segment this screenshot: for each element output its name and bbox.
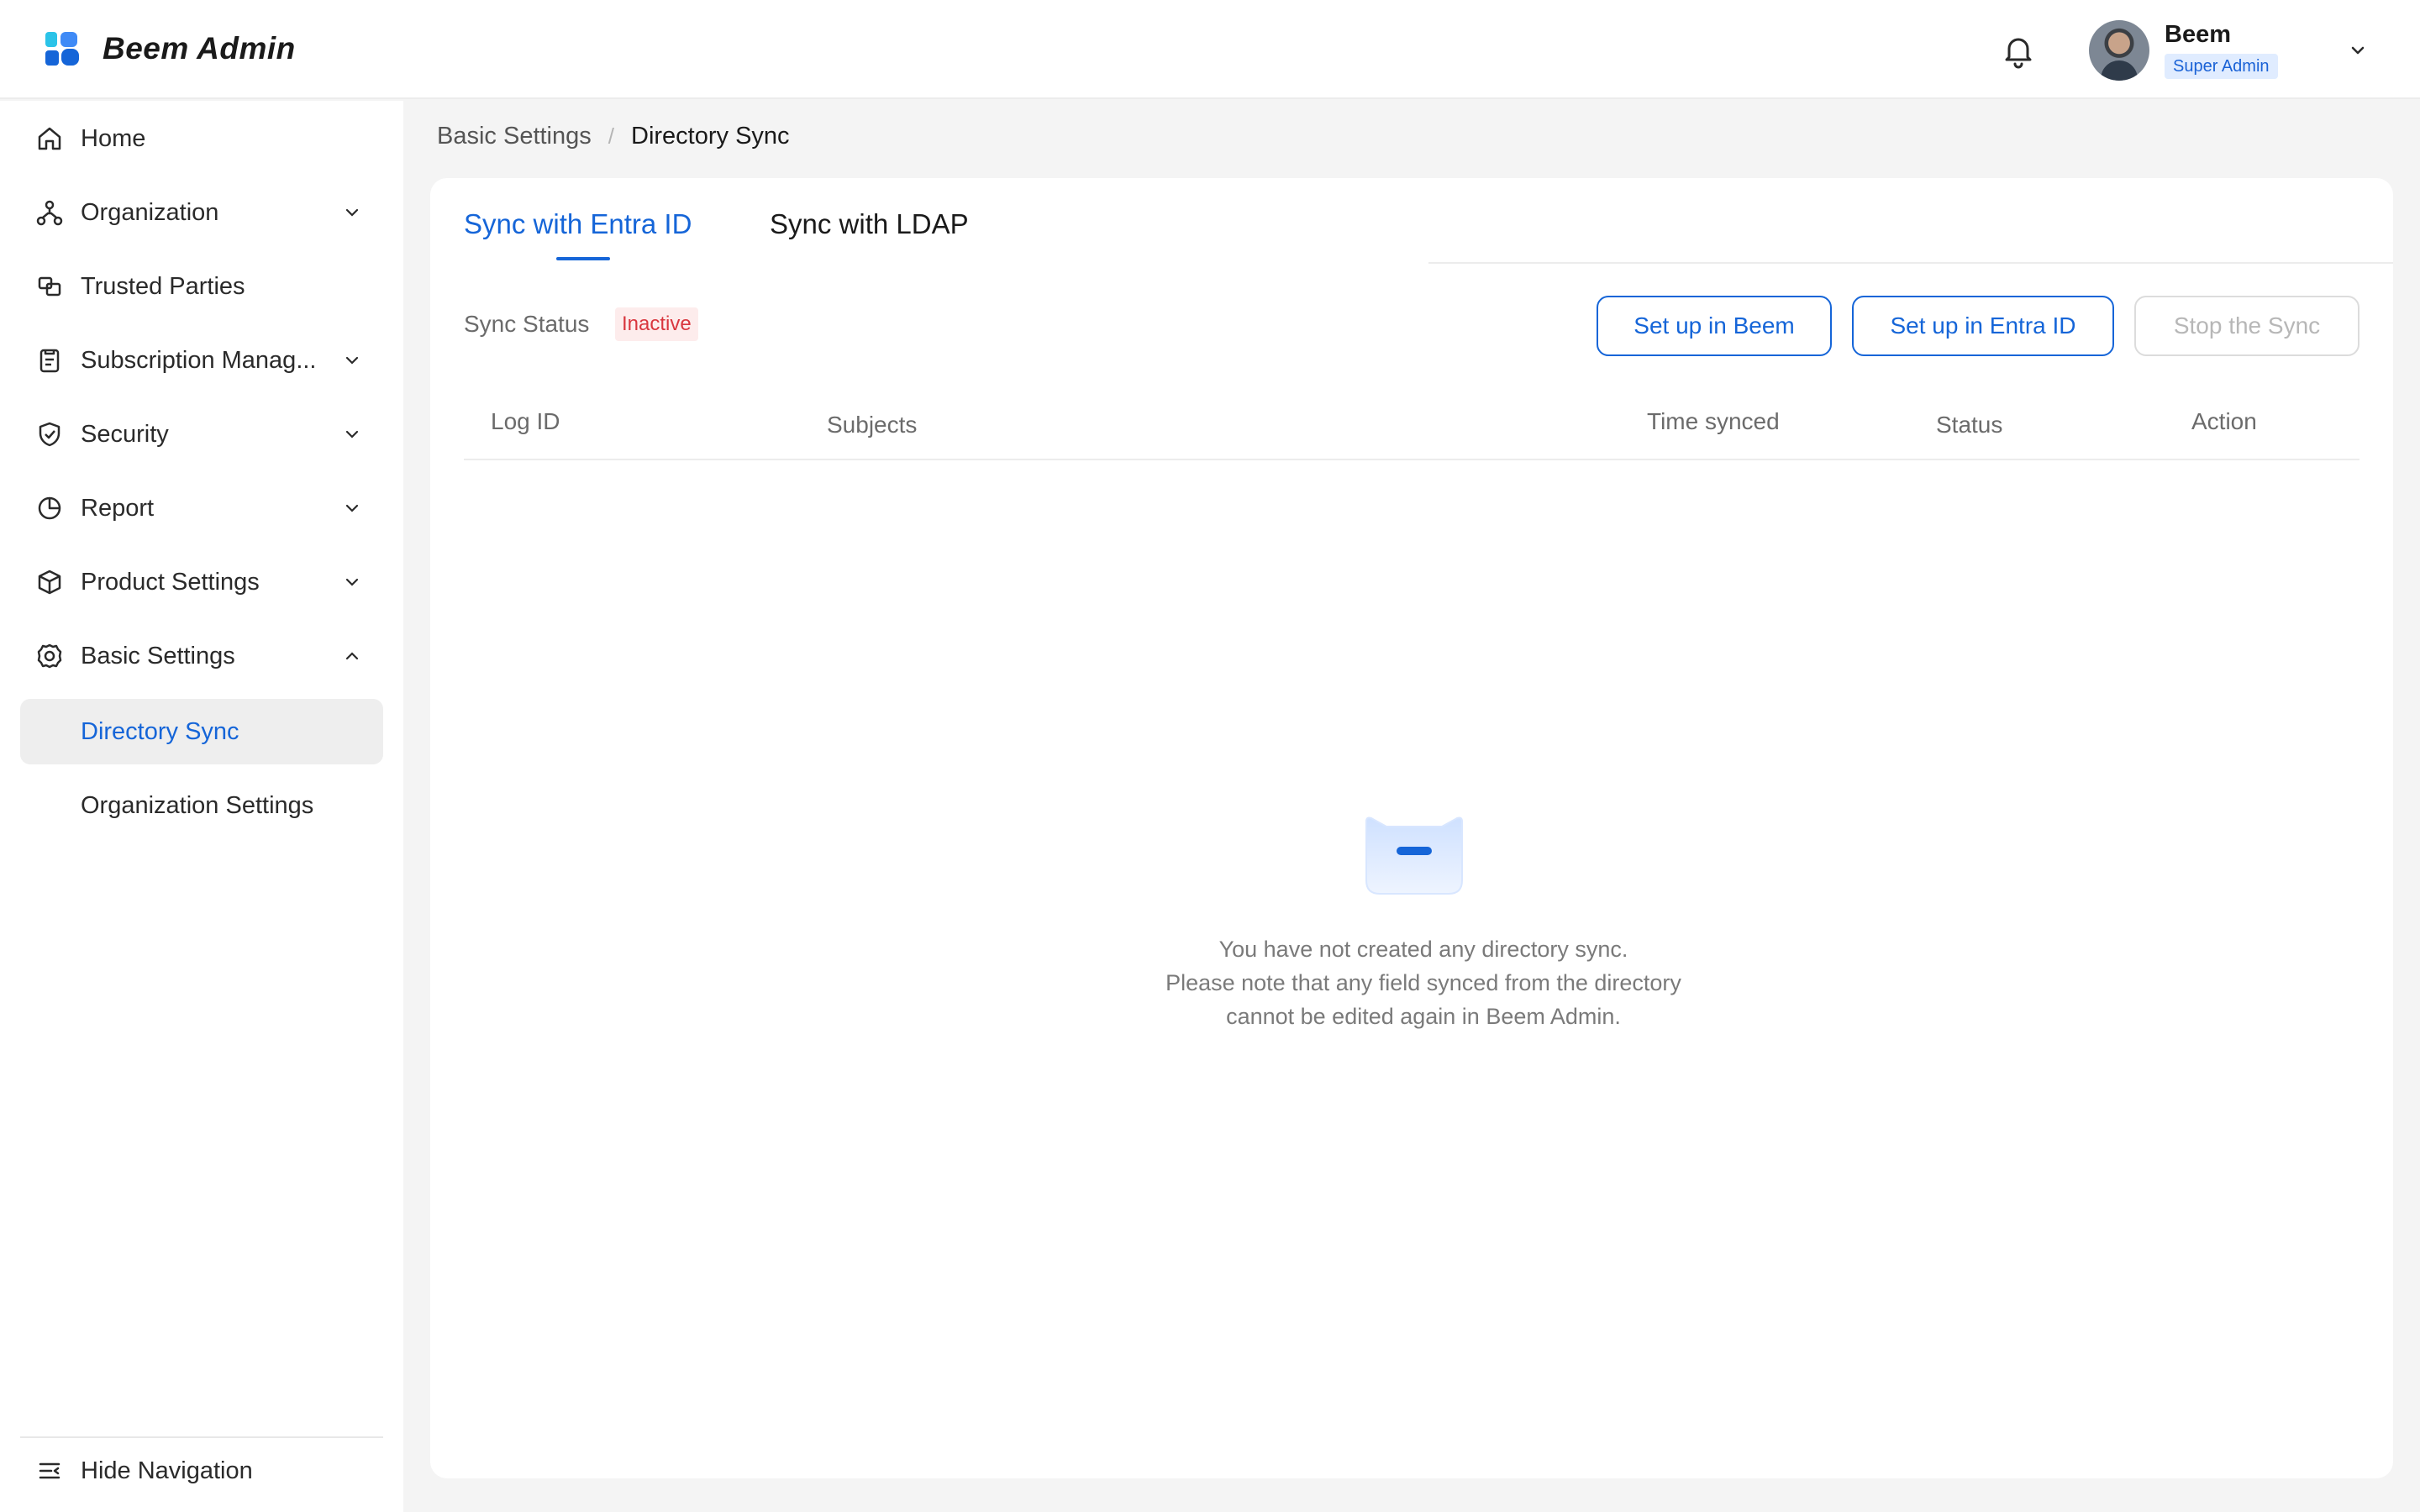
- sidebar-item-product-settings[interactable]: Product Settings: [20, 549, 383, 615]
- breadcrumb-separator: /: [608, 123, 614, 149]
- chevron-down-icon[interactable]: [2348, 40, 2368, 60]
- empty-state-line: Please note that any field synced from t…: [1165, 970, 1681, 995]
- set-up-in-entra-id-button[interactable]: Set up in Entra ID: [1852, 296, 2114, 356]
- app-name: Beem Admin: [103, 31, 296, 66]
- column-header-subjects[interactable]: Subjects: [827, 412, 917, 438]
- chevron-down-icon: [345, 430, 359, 438]
- active-tab-indicator: [556, 257, 610, 260]
- clipboard-icon: [39, 349, 60, 373]
- chevron-down-icon: [345, 356, 359, 365]
- column-header-time-synced[interactable]: Time synced: [1647, 408, 1780, 435]
- chevron-down-icon: [345, 208, 359, 217]
- sidebar-item-label: Basic Settings: [81, 642, 235, 669]
- organization-icon: [36, 200, 63, 226]
- sidebar-item-basic-settings[interactable]: Basic Settings: [20, 623, 383, 689]
- sidebar-item-report[interactable]: Report: [20, 475, 383, 541]
- sidebar-item-label: Organization Settings: [81, 791, 314, 819]
- sidebar-item-label: Organization: [81, 198, 219, 226]
- trusted-parties-icon: [38, 276, 61, 297]
- sidebar-item-home[interactable]: Home: [20, 106, 383, 171]
- sidebar-item-subscription[interactable]: Subscription Manag...: [20, 328, 383, 393]
- sidebar: Home Organization Trusted Parties Subscr…: [0, 101, 403, 1512]
- sidebar-item-label: Directory Sync: [81, 717, 239, 745]
- table-header: Log ID Subjects Time synced Status Actio…: [464, 390, 2360, 460]
- sidebar-item-organization[interactable]: Organization: [20, 180, 383, 245]
- tab-divider: [1428, 262, 2393, 264]
- breadcrumb-parent[interactable]: Basic Settings: [437, 123, 592, 150]
- tab-sync-entra-id[interactable]: Sync with Entra ID: [464, 208, 692, 240]
- empty-state-message: You have not created any directory sync.…: [1113, 932, 1734, 1033]
- shield-icon: [39, 422, 60, 447]
- set-up-in-beem-button[interactable]: Set up in Beem: [1597, 296, 1832, 356]
- sidebar-item-label: Report: [81, 494, 155, 522]
- breadcrumb-current: Directory Sync: [631, 123, 790, 150]
- collapse-menu-icon: [39, 1462, 60, 1479]
- sidebar-item-label: Trusted Parties: [81, 272, 245, 300]
- sidebar-item-security[interactable]: Security: [20, 402, 383, 467]
- user-name: Beem: [2165, 21, 2231, 48]
- sidebar-item-label: Subscription Manag...: [81, 346, 317, 374]
- empty-state-line: You have not created any directory sync.: [1218, 937, 1628, 962]
- brand[interactable]: Beem Admin: [44, 30, 296, 67]
- sidebar-item-label: Home: [81, 124, 146, 152]
- column-header-status[interactable]: Status: [1936, 412, 2002, 438]
- hide-navigation-label: Hide Navigation: [81, 1457, 253, 1484]
- bell-icon[interactable]: [2000, 32, 2037, 69]
- box-icon: [38, 570, 61, 595]
- role-badge: Super Admin: [2165, 54, 2278, 79]
- empty-state-line: cannot be edited again in Beem Admin.: [1226, 1004, 1621, 1029]
- beem-logo-icon: [45, 32, 79, 66]
- chevron-up-icon: [345, 652, 359, 660]
- sidebar-item-label: Product Settings: [81, 568, 260, 596]
- top-header: Beem Admin Beem Super Admin: [0, 0, 2420, 99]
- column-header-log-id[interactable]: Log ID: [491, 408, 560, 435]
- home-icon: [38, 127, 61, 150]
- column-header-action[interactable]: Action: [2191, 408, 2257, 435]
- pie-chart-icon: [38, 496, 61, 520]
- empty-inbox-icon: [1365, 816, 1463, 895]
- sync-status-label: Sync Status: [464, 311, 590, 337]
- sidebar-item-trusted-parties[interactable]: Trusted Parties: [20, 254, 383, 319]
- status-badge: Inactive: [615, 307, 698, 341]
- breadcrumb: Basic Settings / Directory Sync: [437, 123, 790, 150]
- sidebar-item-label: Security: [81, 420, 169, 448]
- tab-sync-ldap[interactable]: Sync with LDAP: [770, 208, 969, 240]
- chevron-down-icon: [345, 504, 359, 512]
- sidebar-item-directory-sync[interactable]: Directory Sync: [20, 699, 383, 764]
- gear-icon: [37, 643, 62, 669]
- stop-sync-button[interactable]: Stop the Sync: [2134, 296, 2360, 356]
- avatar[interactable]: [2089, 20, 2149, 81]
- sidebar-item-organization-settings[interactable]: Organization Settings: [20, 773, 383, 838]
- hide-navigation-button[interactable]: Hide Navigation: [20, 1438, 383, 1504]
- directory-sync-card: Sync with Entra ID Sync with LDAP Sync S…: [430, 178, 2393, 1478]
- chevron-down-icon: [345, 578, 359, 586]
